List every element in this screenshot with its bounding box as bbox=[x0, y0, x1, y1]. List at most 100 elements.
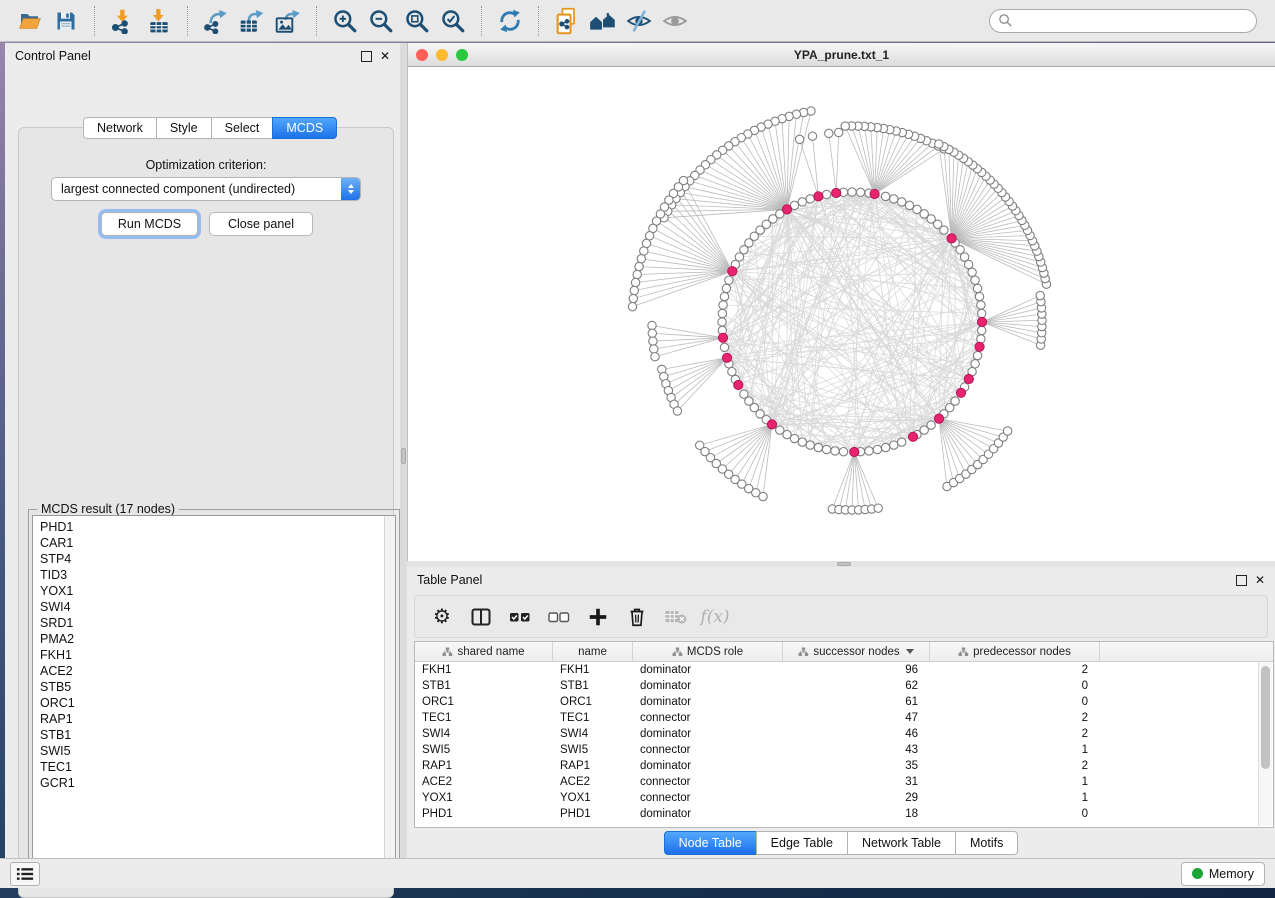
float-window-icon[interactable] bbox=[361, 51, 372, 62]
new-network-from-selection-icon[interactable] bbox=[549, 5, 585, 37]
mcds-result-item[interactable]: SRD1 bbox=[40, 615, 384, 631]
network-search-input[interactable] bbox=[989, 9, 1257, 33]
add-column-icon[interactable] bbox=[583, 602, 613, 632]
table-settings-icon[interactable]: ⚙ bbox=[427, 602, 457, 632]
splitter-grip[interactable] bbox=[401, 448, 406, 464]
table-cell: 96 bbox=[783, 664, 930, 676]
table-row[interactable]: SWI4SWI4dominator462 bbox=[415, 726, 1273, 742]
table-cell: 18 bbox=[783, 808, 930, 820]
show-all-icon[interactable] bbox=[657, 5, 693, 37]
network-window-titlebar[interactable]: YPA_prune.txt_1 bbox=[408, 43, 1275, 67]
deselect-all-rows-icon[interactable] bbox=[544, 602, 574, 632]
tab-network-table[interactable]: Network Table bbox=[847, 831, 955, 855]
sort-descending-icon bbox=[906, 649, 914, 654]
zoom-in-icon[interactable] bbox=[327, 5, 363, 37]
table-row[interactable]: YOX1YOX1connector291 bbox=[415, 790, 1273, 806]
network-graph[interactable] bbox=[408, 67, 1274, 561]
delete-column-icon[interactable] bbox=[622, 602, 652, 632]
import-table-icon[interactable] bbox=[141, 5, 177, 37]
splitter-grip[interactable] bbox=[837, 562, 851, 566]
network-window-title: YPA_prune.txt_1 bbox=[408, 48, 1275, 62]
first-neighbors-icon[interactable] bbox=[585, 5, 621, 37]
table-row[interactable]: ACE2ACE2connector311 bbox=[415, 774, 1273, 790]
mcds-result-item[interactable]: ACE2 bbox=[40, 663, 384, 679]
tab-motifs[interactable]: Motifs bbox=[955, 831, 1018, 855]
table-row[interactable]: TEC1TEC1connector472 bbox=[415, 710, 1273, 726]
mcds-result-item[interactable]: STB5 bbox=[40, 679, 384, 695]
mcds-result-item[interactable]: SWI4 bbox=[40, 599, 384, 615]
network-canvas[interactable] bbox=[408, 67, 1274, 561]
criterion-dropdown[interactable]: largest connected component (undirected) bbox=[51, 177, 361, 201]
table-cell: 0 bbox=[930, 680, 1100, 692]
column-header-shared-name[interactable]: shared name bbox=[415, 642, 553, 661]
hide-selected-icon[interactable] bbox=[621, 5, 657, 37]
close-panel-icon[interactable]: ✕ bbox=[380, 50, 390, 62]
column-header-successor-nodes[interactable]: successor nodes bbox=[783, 642, 930, 661]
table-cell: SWI5 bbox=[553, 744, 633, 756]
tab-edge-table[interactable]: Edge Table bbox=[756, 831, 847, 855]
table-cell: 62 bbox=[783, 680, 930, 692]
mcds-result-item[interactable]: FKH1 bbox=[40, 647, 384, 663]
mcds-result-item[interactable]: ORC1 bbox=[40, 695, 384, 711]
table-scrollbar[interactable] bbox=[1258, 662, 1272, 826]
table-row[interactable]: SWI5SWI5connector431 bbox=[415, 742, 1273, 758]
zoom-selected-icon[interactable] bbox=[435, 5, 471, 37]
table-row[interactable]: STB1STB1dominator620 bbox=[415, 678, 1273, 694]
column-header-filler bbox=[1100, 642, 1273, 661]
table-scrollbar-thumb[interactable] bbox=[1261, 666, 1270, 769]
close-panel-button[interactable]: Close panel bbox=[209, 212, 313, 236]
table-cell: connector bbox=[633, 744, 783, 756]
mcds-result-item[interactable]: TID3 bbox=[40, 567, 384, 583]
close-panel-icon[interactable]: ✕ bbox=[1255, 574, 1265, 586]
mcds-result-item[interactable]: GCR1 bbox=[40, 775, 384, 791]
table-row[interactable]: FKH1FKH1dominator962 bbox=[415, 662, 1273, 678]
mcds-result-item[interactable]: TEC1 bbox=[40, 759, 384, 775]
table-cell: PHD1 bbox=[553, 808, 633, 820]
mcds-result-item[interactable]: PMA2 bbox=[40, 631, 384, 647]
table-row[interactable]: ORC1ORC1dominator610 bbox=[415, 694, 1273, 710]
table-row[interactable]: PHD1PHD1dominator180 bbox=[415, 806, 1273, 822]
column-header-mcds-role[interactable]: MCDS role bbox=[633, 642, 783, 661]
table-cell: RAP1 bbox=[415, 760, 553, 772]
export-network-icon[interactable] bbox=[198, 5, 234, 37]
run-mcds-button[interactable]: Run MCDS bbox=[101, 212, 198, 236]
float-window-icon[interactable] bbox=[1236, 575, 1247, 586]
mcds-result-item[interactable]: PHD1 bbox=[40, 519, 384, 535]
tab-network[interactable]: Network bbox=[83, 117, 156, 139]
apply-preferred-layout-icon[interactable] bbox=[492, 5, 528, 37]
show-columns-icon[interactable] bbox=[466, 602, 496, 632]
save-session-icon[interactable] bbox=[48, 5, 84, 37]
vertical-splitter[interactable] bbox=[400, 43, 407, 858]
tab-select[interactable]: Select bbox=[211, 117, 273, 139]
tab-style[interactable]: Style bbox=[156, 117, 211, 139]
column-type-icon bbox=[442, 647, 453, 657]
select-all-rows-icon[interactable] bbox=[505, 602, 535, 632]
open-session-icon[interactable] bbox=[12, 5, 48, 37]
mcds-result-item[interactable]: STP4 bbox=[40, 551, 384, 567]
tab-node-table[interactable]: Node Table bbox=[664, 831, 756, 855]
table-cell: 0 bbox=[930, 808, 1100, 820]
mcds-list-scrollbar[interactable] bbox=[384, 516, 395, 878]
mcds-result-item[interactable]: RAP1 bbox=[40, 711, 384, 727]
node-table-header: shared name name MCDS role successor nod… bbox=[415, 642, 1273, 662]
table-cell: dominator bbox=[633, 808, 783, 820]
task-history-button[interactable] bbox=[10, 862, 40, 886]
mcds-result-item[interactable]: YOX1 bbox=[40, 583, 384, 599]
zoom-out-icon[interactable] bbox=[363, 5, 399, 37]
export-image-icon[interactable] bbox=[270, 5, 306, 37]
column-header-predecessor-nodes[interactable]: predecessor nodes bbox=[930, 642, 1100, 661]
table-row[interactable]: RAP1RAP1dominator352 bbox=[415, 758, 1273, 774]
table-cell: ORC1 bbox=[415, 696, 553, 708]
mcds-result-item[interactable]: SWI5 bbox=[40, 743, 384, 759]
column-header-name[interactable]: name bbox=[553, 642, 633, 661]
mcds-result-item[interactable]: CAR1 bbox=[40, 535, 384, 551]
mcds-result-item[interactable]: STB1 bbox=[40, 727, 384, 743]
memory-button[interactable]: Memory bbox=[1181, 862, 1265, 886]
table-cell: ACE2 bbox=[553, 776, 633, 788]
tab-mcds[interactable]: MCDS bbox=[272, 117, 337, 139]
mcds-result-title: MCDS result (17 nodes) bbox=[37, 502, 179, 516]
search-input[interactable] bbox=[1013, 13, 1237, 29]
zoom-fit-icon[interactable] bbox=[399, 5, 435, 37]
import-network-icon[interactable] bbox=[105, 5, 141, 37]
export-table-icon[interactable] bbox=[234, 5, 270, 37]
